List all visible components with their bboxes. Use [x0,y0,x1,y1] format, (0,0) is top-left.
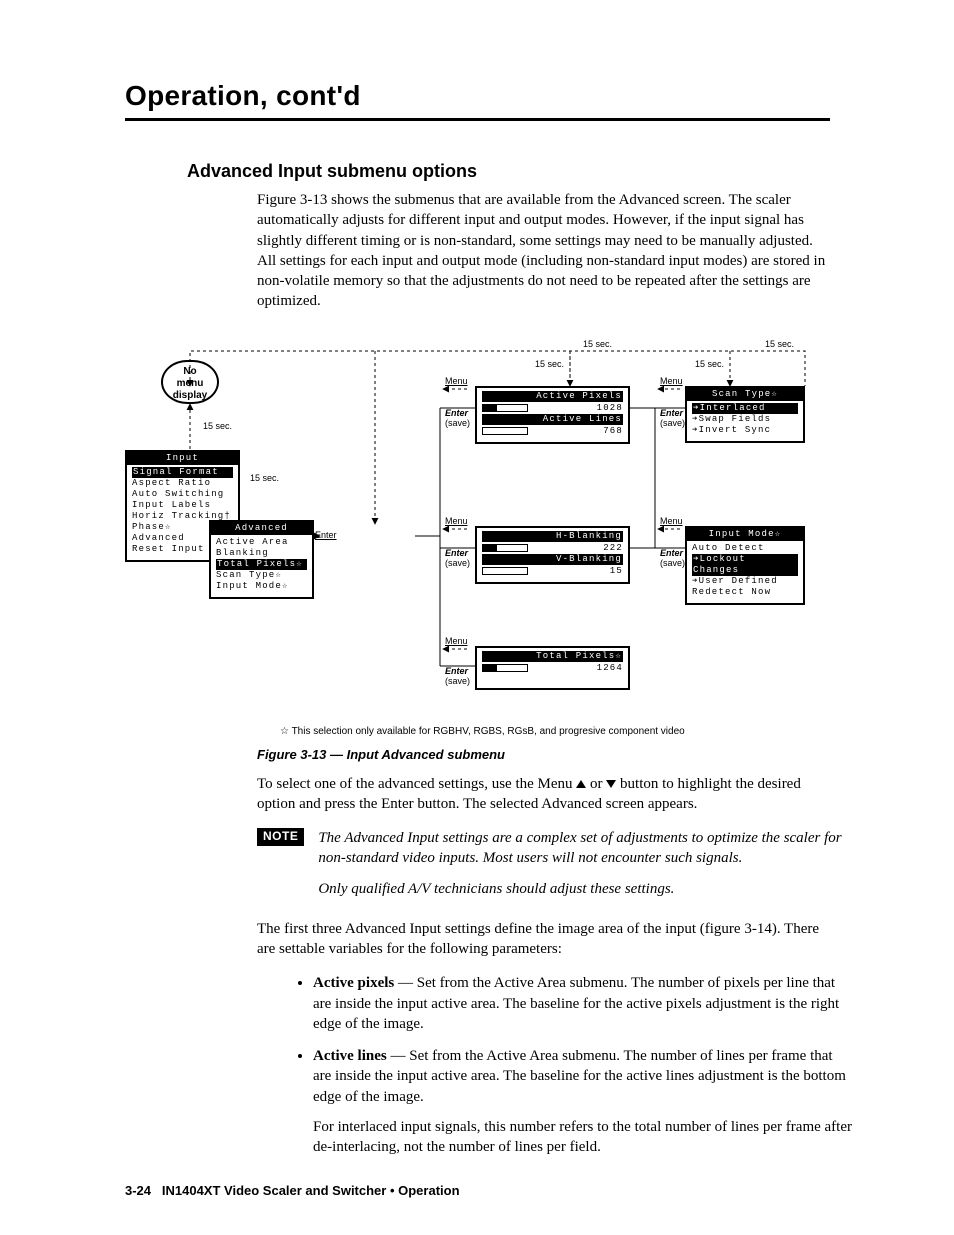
enter-label: Enter [445,666,468,676]
after-note-paragraph: The first three Advanced Input settings … [257,919,832,960]
figure-footnote: ☆ This selection only available for RGBH… [280,726,800,737]
figure-advanced-submenu: Nomenudisplay 15 sec. 15 sec. 15 sec. 15… [125,326,830,741]
save-label: (save) [660,418,685,428]
settings-list: Active pixels — Set from the Active Area… [285,973,853,1157]
chapter-title: Operation, cont'd [125,80,830,112]
menu-label: Menu [660,516,683,526]
list-item: Active pixels — Set from the Active Area… [313,973,853,1034]
input-mode-menu: Input Mode☆ Auto Detect ➔Lockout Changes… [685,526,805,605]
menu-down-icon [606,780,616,788]
page-footer: 3-24 IN1404XT Video Scaler and Switcher … [125,1183,460,1198]
save-label: (save) [445,676,470,686]
save-label: (save) [660,558,685,568]
timeout-label: 15 sec. [203,421,232,431]
save-label: (save) [445,558,470,568]
timeout-label: 15 sec. [583,339,612,349]
menu-label: Menu [445,636,468,646]
note-label: NOTE [257,828,304,846]
menu-label: Menu [660,376,683,386]
enter-label: Enter [445,548,468,558]
note-block: NOTE The Advanced Input settings are a c… [257,828,847,909]
title-rule [125,118,830,121]
figure-caption: Figure 3-13 — Input Advanced submenu [257,747,830,762]
enter-label: Enter [660,408,683,418]
scan-type-menu: Scan Type☆ ➔Interlaced ➔Swap Fields ➔Inv… [685,386,805,443]
enter-label: Enter [445,408,468,418]
no-menu-display: Nomenudisplay [161,360,219,404]
note-text-2: Only qualified A/V technicians should ad… [318,879,847,899]
enter-label: Enter [315,530,337,540]
menu-label: Menu [445,516,468,526]
timeout-label: 15 sec. [695,359,724,369]
timeout-label: 15 sec. [765,339,794,349]
active-area-menu: Active Pixels 1028 Active Lines 768 [475,386,630,444]
total-pixels-menu: Total Pixels☆ 1264 [475,646,630,690]
section-heading: Advanced Input submenu options [187,161,830,182]
intro-paragraph: Figure 3-13 shows the submenus that are … [257,190,832,312]
menu-up-icon [576,780,586,788]
enter-label: Enter [660,548,683,558]
select-paragraph: To select one of the advanced settings, … [257,774,832,815]
advanced-menu: Advanced Active Area Blanking Total Pixe… [209,520,314,599]
save-label: (save) [445,418,470,428]
blanking-menu: H-Blanking 222 V-Blanking 15 [475,526,630,584]
list-item: Active lines — Set from the Active Area … [313,1046,853,1157]
note-text-1: The Advanced Input settings are a comple… [318,828,847,869]
timeout-label: 15 sec. [535,359,564,369]
timeout-label: 15 sec. [250,473,279,483]
menu-label: Menu [445,376,468,386]
